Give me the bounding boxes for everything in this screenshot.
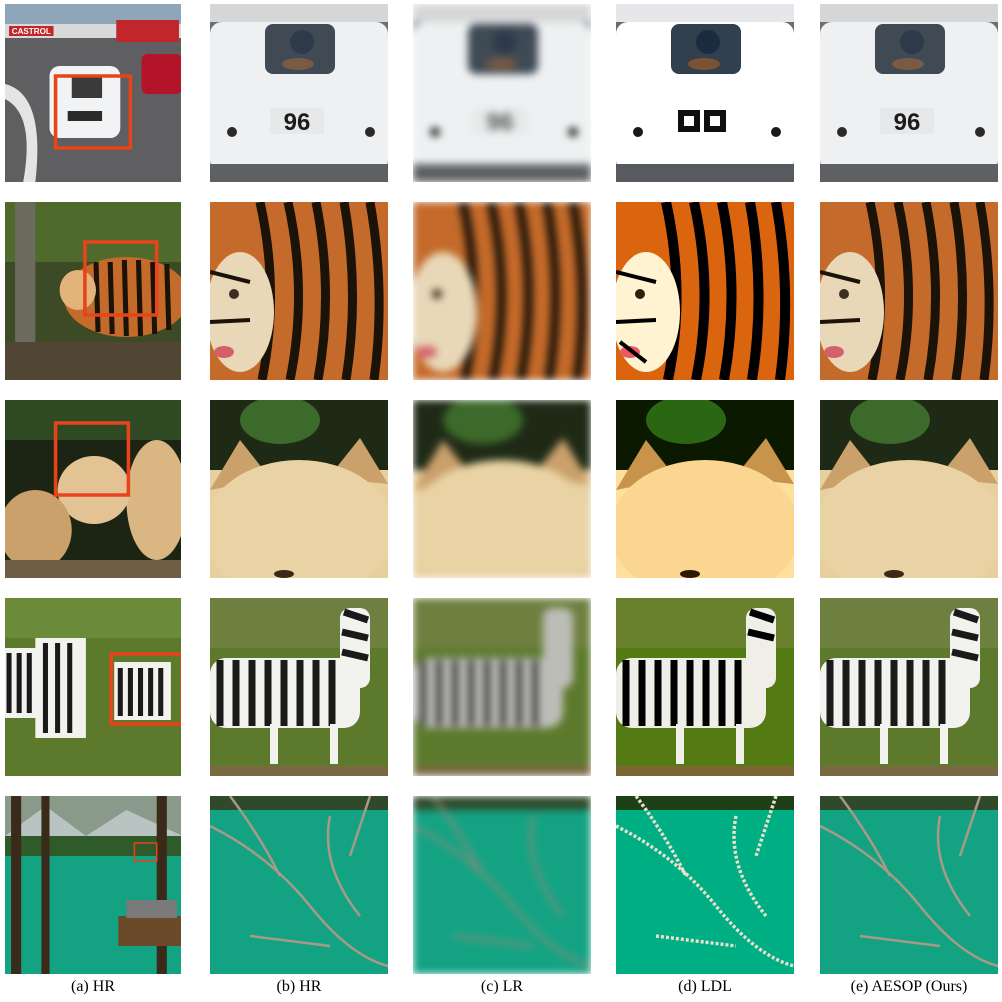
fox-cubs-ldl-crop: [616, 400, 794, 578]
tiger-hr-crop: [210, 202, 388, 380]
caption-a: (a) HR: [71, 978, 115, 995]
caption-d: (d) LDL: [678, 978, 732, 995]
tiger-aesop-crop: [820, 202, 998, 380]
svg-text:CASTROL: CASTROL: [12, 27, 51, 36]
race-car-hr-crop: 96: [210, 4, 388, 182]
lake-ldl-crop: [616, 796, 794, 974]
race-car-full-image: CASTROL: [5, 4, 181, 182]
race-car-aesop-crop: 96: [820, 4, 998, 182]
tiger-ldl-crop: [616, 202, 794, 380]
zebras-full-image: [5, 598, 181, 776]
caption-c: (c) LR: [480, 978, 524, 995]
race-car-lr-crop: 96: [413, 4, 591, 182]
zebras-aesop-crop: [820, 598, 998, 776]
caption-b: (b) HR: [276, 978, 322, 995]
race-car-ldl-crop: [616, 4, 794, 182]
lake-full-image: [5, 796, 181, 974]
tiger-full-image: [5, 202, 181, 380]
lake-aesop-crop: [820, 796, 998, 974]
svg-text:96: 96: [487, 109, 514, 136]
figure-grid: CASTROL 96 96 96 (a) HR (b) HR (c) LR (d…: [0, 0, 1002, 1002]
caption-e: (e) AESOP (Ours): [850, 978, 968, 995]
fox-cubs-hr-crop: [210, 400, 388, 578]
zebras-ldl-crop: [616, 598, 794, 776]
car-number-hr: 96: [284, 109, 311, 136]
fox-cubs-full-image: [5, 400, 181, 578]
zebras-lr-crop: [413, 598, 591, 776]
fox-cubs-aesop-crop: [820, 400, 998, 578]
car-number-aesop: 96: [894, 109, 921, 136]
lake-lr-crop: [413, 796, 591, 974]
lake-hr-crop: [210, 796, 388, 974]
zebras-hr-crop: [210, 598, 388, 776]
tiger-lr-crop: [413, 202, 591, 380]
fox-cubs-lr-crop: [413, 400, 591, 578]
